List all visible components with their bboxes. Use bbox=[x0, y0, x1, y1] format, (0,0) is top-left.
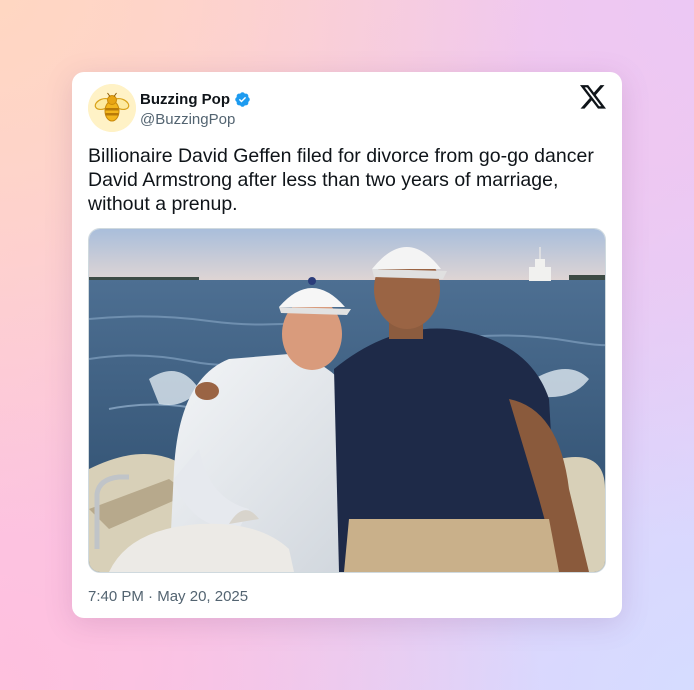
verified-badge-icon bbox=[235, 91, 250, 107]
timestamp-separator: · bbox=[148, 588, 154, 605]
tweet-time[interactable]: 7:40 PM bbox=[88, 588, 144, 605]
author-name-row[interactable]: Buzzing Pop bbox=[140, 89, 251, 109]
avatar[interactable] bbox=[88, 84, 136, 132]
photo-two-men-on-boat bbox=[89, 229, 605, 572]
tweet-date[interactable]: May 20, 2025 bbox=[157, 588, 248, 605]
x-logo-icon[interactable] bbox=[580, 85, 606, 109]
tweet-text: Billionaire David Geffen filed for divor… bbox=[88, 145, 594, 215]
author-display-name[interactable]: Buzzing Pop bbox=[140, 91, 230, 108]
tweet-timestamp[interactable]: 7:40 PM · May 20, 2025 bbox=[88, 588, 248, 605]
tweet-photo[interactable] bbox=[88, 228, 606, 573]
bee-icon bbox=[88, 84, 136, 132]
tweet-card[interactable]: Buzzing Pop @BuzzingPop Billionaire Davi… bbox=[72, 72, 622, 618]
author-handle[interactable]: @BuzzingPop bbox=[140, 111, 235, 128]
